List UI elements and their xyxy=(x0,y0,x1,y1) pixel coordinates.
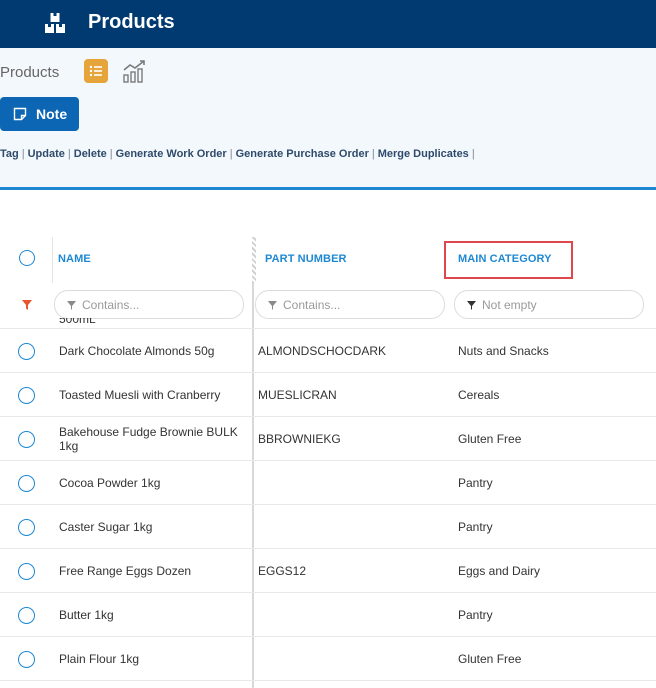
table-row[interactable]: 500mL xyxy=(0,318,656,329)
column-header-name[interactable]: NAME xyxy=(58,253,91,266)
row-main-category: Pantry xyxy=(458,520,493,534)
funnel-icon xyxy=(467,301,476,310)
row-checkbox[interactable] xyxy=(18,519,35,536)
filter-placeholder: Contains... xyxy=(283,298,341,312)
action-separator: | xyxy=(109,148,113,160)
products-page: Products Products Note Tag | Update | De… xyxy=(0,0,656,688)
row-checkbox[interactable] xyxy=(18,387,35,404)
generate-purchase-order-action[interactable]: Generate Purchase Order xyxy=(236,148,369,160)
row-checkbox[interactable] xyxy=(18,343,35,360)
row-name: Dark Chocolate Almonds 50g xyxy=(59,344,215,358)
note-icon xyxy=(13,107,27,121)
table-row[interactable]: Butter 1kg Pantry xyxy=(0,593,656,637)
row-checkbox[interactable] xyxy=(18,475,35,492)
row-main-category: Gluten Free xyxy=(458,652,522,666)
tag-action[interactable]: Tag xyxy=(0,148,19,160)
row-part-number: BBROWNIEKG xyxy=(258,432,341,446)
row-name: Caster Sugar 1kg xyxy=(59,520,153,534)
row-main-category: Nuts and Snacks xyxy=(458,344,549,358)
app-header: Products xyxy=(0,0,656,48)
row-name: Toasted Muesli with Cranberry xyxy=(59,388,221,402)
funnel-icon xyxy=(268,301,277,310)
part-number-filter-input[interactable]: Contains... xyxy=(255,290,445,319)
action-separator: | xyxy=(471,148,475,160)
table-row[interactable]: Free Range Eggs Dozen EGGS12 Eggs and Da… xyxy=(0,549,656,593)
column-resize-handle[interactable] xyxy=(252,237,256,283)
filter-placeholder: Contains... xyxy=(82,298,140,312)
note-button[interactable]: Note xyxy=(0,97,79,131)
page-title: Products xyxy=(88,11,175,33)
filter-value: Not empty xyxy=(482,298,537,312)
name-filter-input[interactable]: Contains... xyxy=(54,290,244,319)
merge-duplicates-action[interactable]: Merge Duplicates xyxy=(378,148,469,160)
main-category-filter-input[interactable]: Not empty xyxy=(454,290,644,319)
row-name: Bakehouse Fudge Brownie BULK 1kg xyxy=(59,425,238,453)
row-name: Plain Flour 1kg xyxy=(59,652,140,666)
header-divider xyxy=(52,237,53,283)
list-icon xyxy=(89,65,102,77)
funnel-icon[interactable] xyxy=(22,300,32,310)
table-row[interactable]: Toasted Muesli with Cranberry MUESLICRAN… xyxy=(0,373,656,417)
list-view-button[interactable] xyxy=(84,59,108,83)
chart-icon[interactable] xyxy=(122,58,148,84)
funnel-icon xyxy=(67,301,76,310)
column-header-part-number[interactable]: PART NUMBER xyxy=(265,253,347,266)
row-name: Free Range Eggs Dozen xyxy=(59,564,192,578)
row-name: Cocoa Powder 1kg xyxy=(59,476,161,490)
table-row[interactable]: Bakehouse Fudge Brownie BULK 1kg BBROWNI… xyxy=(0,417,656,461)
row-checkbox[interactable] xyxy=(18,563,35,580)
table-row[interactable]: Plain Flour 1kg Gluten Free xyxy=(0,637,656,681)
table-row[interactable]: Cocoa Powder 1kg Pantry xyxy=(0,461,656,505)
action-separator: | xyxy=(21,148,25,160)
action-separator: | xyxy=(371,148,375,160)
action-bar: Tag | Update | Delete | Generate Work Order | Ge… xyxy=(0,147,478,163)
generate-work-order-action[interactable]: Generate Work Order xyxy=(116,148,227,160)
update-action[interactable]: Update xyxy=(28,148,65,160)
row-name: Butter 1kg xyxy=(59,608,114,622)
action-separator: | xyxy=(229,148,233,160)
boxes-icon xyxy=(45,13,65,33)
grid-rows: 500mL Dark Chocolate Almonds 50g ALMONDS… xyxy=(0,318,656,688)
action-separator: | xyxy=(67,148,71,160)
row-main-category: Cereals xyxy=(458,388,500,402)
highlight-box xyxy=(444,241,573,279)
row-checkbox[interactable] xyxy=(18,607,35,624)
row-checkbox[interactable] xyxy=(18,431,35,448)
row-checkbox[interactable] xyxy=(18,651,35,668)
row-part-number: ALMONDSCHOCDARK xyxy=(258,344,387,358)
note-button-label: Note xyxy=(36,106,68,122)
row-main-category: Eggs and Dairy xyxy=(458,564,541,578)
row-main-category: Gluten Free xyxy=(458,432,522,446)
table-row[interactable]: Dark Chocolate Almonds 50g ALMONDSCHOCDA… xyxy=(0,329,656,373)
row-part-number: MUESLICRAN xyxy=(258,388,337,402)
select-all-checkbox[interactable] xyxy=(19,250,35,266)
row-name: 500mL xyxy=(59,318,96,326)
breadcrumb[interactable]: Products xyxy=(0,64,59,82)
row-main-category: Pantry xyxy=(458,608,493,622)
delete-action[interactable]: Delete xyxy=(74,148,107,160)
row-main-category: Pantry xyxy=(458,476,493,490)
products-grid: NAME PART NUMBER MAIN CATEGORY Contains.… xyxy=(0,190,656,688)
sub-toolbar: Products Note Tag | Update | Delete | Ge… xyxy=(0,48,656,190)
row-part-number: EGGS12 xyxy=(258,564,307,578)
table-row[interactable]: Caster Sugar 1kg Pantry xyxy=(0,505,656,549)
